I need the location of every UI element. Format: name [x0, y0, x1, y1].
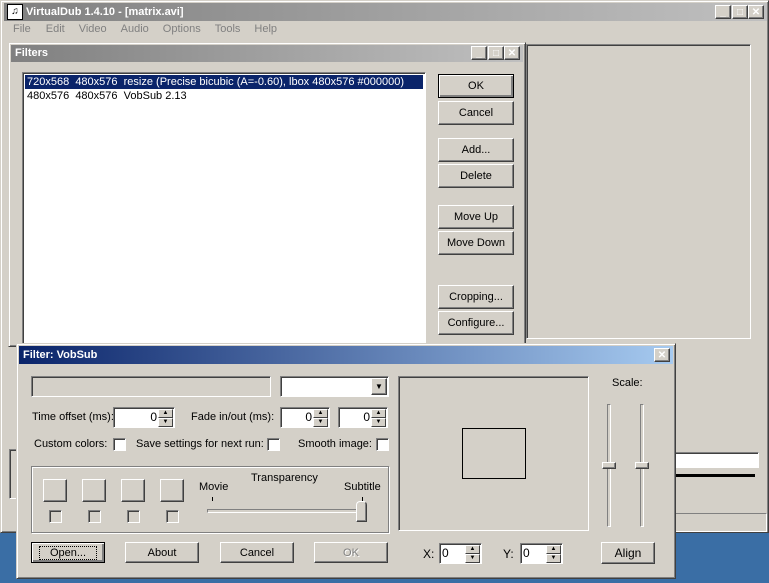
- minimize-button[interactable]: _: [715, 5, 731, 19]
- vobsub-title: Filter: VobSub: [23, 349, 98, 361]
- menu-help[interactable]: Help: [247, 23, 284, 39]
- background-field: [673, 452, 759, 468]
- main-title: VirtualDub 1.4.10 - [matrix.avi]: [26, 6, 184, 18]
- filter-list[interactable]: 720x568 480x576 resize (Precise bicubic …: [22, 72, 426, 346]
- color-checkbox-3[interactable]: [127, 510, 140, 523]
- filters-dialog: Filters _ □ ✕ 720x568 480x576 resize (Pr…: [8, 42, 526, 347]
- y-spinner[interactable]: 0 ▲ ▼: [520, 543, 563, 564]
- slider-tick: [212, 497, 213, 501]
- color-button-4[interactable]: [160, 479, 184, 502]
- filter-list-item[interactable]: 720x568 480x576 resize (Precise bicubic …: [25, 75, 423, 89]
- save-settings-checkbox[interactable]: [267, 438, 280, 451]
- menu-tools[interactable]: Tools: [208, 23, 248, 39]
- maximize-button[interactable]: □: [732, 5, 748, 19]
- smooth-image-label: Smooth image:: [298, 438, 372, 450]
- color-button-1[interactable]: [43, 479, 67, 502]
- filters-title-bar: Filters _ □ ✕: [11, 45, 523, 62]
- scale-label: Scale:: [612, 377, 643, 389]
- x-label: X:: [423, 547, 435, 561]
- cropping-button[interactable]: Cropping...: [438, 285, 514, 309]
- spin-up-icon[interactable]: ▲: [546, 545, 561, 554]
- custom-colors-checkbox[interactable]: [113, 438, 126, 451]
- app-icon: ♫: [7, 4, 23, 20]
- spin-up-icon[interactable]: ▲: [158, 409, 173, 418]
- menu-video[interactable]: Video: [72, 23, 114, 39]
- time-offset-value: 0: [150, 410, 157, 424]
- color-checkbox-4[interactable]: [166, 510, 179, 523]
- custom-colors-label: Custom colors:: [34, 438, 108, 450]
- filters-close-button[interactable]: ✕: [504, 46, 520, 60]
- vobsub-cancel-button[interactable]: Cancel: [220, 542, 294, 563]
- delete-filter-button[interactable]: Delete: [438, 164, 514, 188]
- spin-down-icon[interactable]: ▼: [158, 418, 173, 427]
- spin-up-icon[interactable]: ▲: [465, 545, 480, 554]
- spin-down-icon[interactable]: ▼: [313, 418, 328, 427]
- subtitle-label: Subtitle: [344, 481, 381, 493]
- x-spinner[interactable]: 0 ▲ ▼: [439, 543, 482, 564]
- close-button[interactable]: ✕: [748, 5, 764, 19]
- transparency-label: Transparency: [251, 472, 318, 484]
- status-bar: [673, 513, 767, 532]
- color-checkbox-2[interactable]: [88, 510, 101, 523]
- move-down-button[interactable]: Move Down: [438, 231, 514, 255]
- vobsub-ok-button[interactable]: OK: [314, 542, 388, 563]
- menu-file[interactable]: File: [5, 23, 39, 39]
- spin-down-icon[interactable]: ▼: [546, 554, 561, 563]
- filters-maximize-button[interactable]: □: [488, 46, 504, 60]
- preview-subtitle-rect[interactable]: [462, 428, 526, 479]
- language-select[interactable]: ▼: [280, 376, 389, 397]
- transparency-slider[interactable]: [207, 509, 367, 513]
- x-value: 0: [442, 546, 449, 560]
- filters-title: Filters: [15, 47, 49, 59]
- color-button-2[interactable]: [82, 479, 106, 502]
- y-label: Y:: [503, 547, 514, 561]
- fade-in-spinner[interactable]: 0 ▲ ▼: [280, 407, 330, 428]
- fade-label: Fade in/out (ms):: [191, 411, 275, 423]
- time-offset-spinner[interactable]: 0 ▲ ▼: [113, 407, 175, 428]
- fade-in-value: 0: [305, 410, 312, 424]
- filter-list-item[interactable]: 480x576 480x576 VobSub 2.13: [25, 89, 423, 103]
- configure-button[interactable]: Configure...: [438, 311, 514, 335]
- color-checkbox-1[interactable]: [49, 510, 62, 523]
- filters-cancel-button[interactable]: Cancel: [438, 101, 514, 125]
- main-title-bar: ♫ VirtualDub 1.4.10 - [matrix.avi] _ □ ✕: [4, 3, 767, 21]
- subtitle-file-field[interactable]: [31, 376, 271, 397]
- time-offset-label: Time offset (ms):: [32, 411, 114, 423]
- y-value: 0: [523, 546, 530, 560]
- spin-down-icon[interactable]: ▼: [465, 554, 480, 563]
- filters-ok-button[interactable]: OK: [438, 74, 514, 98]
- filters-minimize-button[interactable]: _: [471, 46, 487, 60]
- vobsub-dialog: Filter: VobSub ✕ ▼ Time offset (ms): 0 ▲…: [16, 343, 676, 579]
- background-line: [673, 474, 755, 477]
- movie-label: Movie: [199, 481, 229, 493]
- add-filter-button[interactable]: Add...: [438, 138, 514, 162]
- menu-audio[interactable]: Audio: [114, 23, 156, 39]
- align-button[interactable]: Align: [601, 542, 655, 564]
- spin-down-icon[interactable]: ▼: [371, 418, 386, 427]
- scale-y-slider-thumb[interactable]: [635, 462, 649, 469]
- spin-up-icon[interactable]: ▲: [313, 409, 328, 418]
- fade-out-spinner[interactable]: 0 ▲ ▼: [338, 407, 388, 428]
- transparency-slider-thumb[interactable]: [356, 501, 367, 522]
- vobsub-close-button[interactable]: ✕: [654, 348, 670, 362]
- move-up-button[interactable]: Move Up: [438, 205, 514, 229]
- about-button[interactable]: About: [125, 542, 199, 563]
- open-button[interactable]: Open...: [31, 542, 105, 563]
- spin-up-icon[interactable]: ▲: [371, 409, 386, 418]
- output-video-pane: [526, 44, 751, 339]
- smooth-image-checkbox[interactable]: [376, 438, 389, 451]
- menu-edit[interactable]: Edit: [39, 23, 72, 39]
- color-button-3[interactable]: [121, 479, 145, 502]
- save-settings-label: Save settings for next run:: [136, 438, 264, 450]
- language-select-value: [281, 380, 284, 392]
- scale-x-slider-thumb[interactable]: [602, 462, 616, 469]
- fade-out-value: 0: [363, 410, 370, 424]
- chevron-down-icon[interactable]: ▼: [371, 378, 387, 395]
- open-button-label: Open...: [38, 545, 98, 560]
- menu-options[interactable]: Options: [156, 23, 208, 39]
- menu-bar: File Edit Video Audio Options Tools Help: [5, 23, 284, 39]
- vobsub-title-bar: Filter: VobSub ✕: [19, 346, 673, 364]
